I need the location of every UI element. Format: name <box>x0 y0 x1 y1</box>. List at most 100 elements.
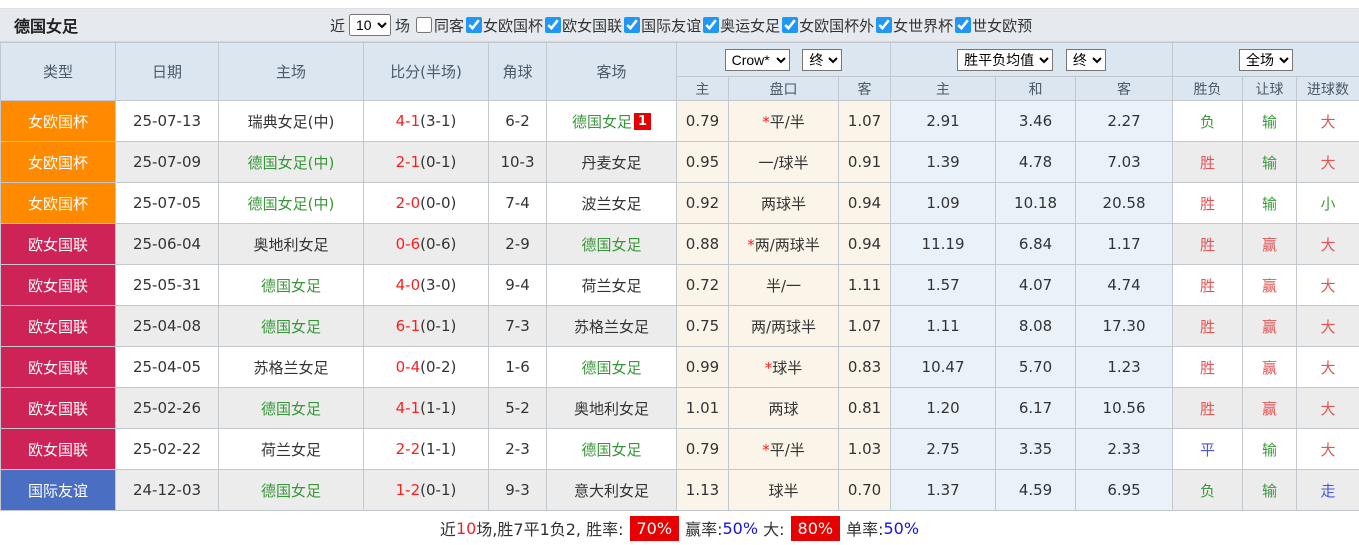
avg-period-select[interactable]: 终 <box>1066 49 1106 71</box>
competition-checkbox[interactable] <box>624 17 640 33</box>
full-score: 0-6 <box>396 235 421 253</box>
goals-cell: 大 <box>1297 388 1359 429</box>
away-team[interactable]: 奥地利女足 <box>574 400 649 418</box>
home-team[interactable]: 德国女足 <box>219 306 364 347</box>
competition-checkbox[interactable] <box>782 17 798 33</box>
score-cell: 0-6(0-6) <box>364 224 489 265</box>
home-team[interactable]: 德国女足(中) <box>219 142 364 183</box>
avg-draw-odds: 5.70 <box>996 347 1076 388</box>
half-score: (0-0) <box>420 194 456 212</box>
win-rate-badge: 70% <box>630 516 680 541</box>
competition-label: 奥运女足 <box>720 15 780 36</box>
handicap-result-cell: 赢 <box>1243 306 1297 347</box>
footer-big-label: 大: <box>763 516 784 540</box>
competition-checkbox[interactable] <box>703 17 719 33</box>
page-title: 德国女足 <box>0 13 330 37</box>
competition-label: 世女欧预 <box>972 15 1032 36</box>
handicap-line: 平/半 <box>770 441 805 459</box>
same-venue-checkbox[interactable] <box>416 17 432 33</box>
avg-home-odds: 2.91 <box>891 101 996 142</box>
handicap-result-cell: 赢 <box>1243 347 1297 388</box>
home-team[interactable]: 德国女足(中) <box>219 183 364 224</box>
away-team[interactable]: 意大利女足 <box>574 482 649 500</box>
score-cell: 6-1(0-1) <box>364 306 489 347</box>
away-team[interactable]: 德国女足 <box>572 113 632 131</box>
competition-badge: 欧女国联 <box>1 429 116 470</box>
ah-line-cell: *平/半 <box>729 429 839 470</box>
half-score: (3-1) <box>420 112 456 130</box>
home-team[interactable]: 德国女足 <box>219 470 364 511</box>
avg-away-odds: 4.74 <box>1076 265 1173 306</box>
away-team[interactable]: 苏格兰女足 <box>574 318 649 336</box>
half-score: (0-1) <box>420 153 456 171</box>
subcol-avg-away: 客 <box>1076 77 1173 101</box>
half-score: (0-1) <box>420 481 456 499</box>
subcol-avg-home: 主 <box>891 77 996 101</box>
result-cell: 胜 <box>1173 388 1243 429</box>
handicap-line: 两/两球半 <box>751 318 816 336</box>
col-header-corner: 角球 <box>489 43 547 101</box>
competition-filter[interactable]: 欧女国联 <box>543 15 622 36</box>
ah-away-odds: 1.03 <box>839 429 891 470</box>
result-cell: 胜 <box>1173 265 1243 306</box>
filter-bar: 德国女足 近 10 场 同客 女欧国杯 欧女国联 国际友谊 奥运女足 女欧国杯外… <box>0 9 1359 42</box>
away-cell: 波兰女足 <box>547 183 677 224</box>
match-date: 25-07-05 <box>116 183 219 224</box>
avg-selects-group: 胜平负均值 终 <box>891 43 1173 77</box>
odds-company-select[interactable]: Crow* <box>725 49 790 71</box>
home-team[interactable]: 荷兰女足 <box>219 429 364 470</box>
home-team[interactable]: 苏格兰女足 <box>219 347 364 388</box>
competition-checkbox[interactable] <box>466 17 482 33</box>
competition-badge: 国际友谊 <box>1 470 116 511</box>
footer-summary: 场,胜7平1负2, 胜率: <box>476 516 623 540</box>
result-cell: 胜 <box>1173 306 1243 347</box>
handicap-line: 半/一 <box>766 277 801 295</box>
odds-period-select[interactable]: 终 <box>802 49 842 71</box>
avg-home-odds: 1.57 <box>891 265 996 306</box>
table-row: 欧女国联 25-02-26 德国女足 4-1(1-1) 5-2 奥地利女足 1.… <box>1 388 1359 429</box>
handicap-win-pct: 50% <box>722 519 758 538</box>
away-team[interactable]: 波兰女足 <box>581 195 641 213</box>
match-rows: 女欧国杯 25-07-13 瑞典女足(中) 4-1(3-1) 6-2 德国女足1… <box>1 101 1359 511</box>
competition-filter[interactable]: 国际友谊 <box>622 15 701 36</box>
full-score: 2-1 <box>396 153 421 171</box>
away-cell: 德国女足1 <box>547 101 677 142</box>
avg-draw-odds: 8.08 <box>996 306 1076 347</box>
away-team[interactable]: 德国女足 <box>581 441 641 459</box>
avg-away-odds: 1.17 <box>1076 224 1173 265</box>
avg-draw-odds: 6.17 <box>996 388 1076 429</box>
away-cell: 奥地利女足 <box>547 388 677 429</box>
away-team[interactable]: 德国女足 <box>581 236 641 254</box>
summary-footer: 近10场,胜7平1负2, 胜率:70%赢率:50% 大:80%单率:50% <box>0 511 1359 545</box>
handicap-result-cell: 输 <box>1243 101 1297 142</box>
ah-away-odds: 1.11 <box>839 265 891 306</box>
away-team[interactable]: 荷兰女足 <box>581 277 641 295</box>
subcol-ah-away: 客 <box>839 77 891 101</box>
competition-checkbox[interactable] <box>545 17 561 33</box>
competition-filter[interactable]: 女欧国杯 <box>464 15 543 36</box>
subcol-ah-home: 主 <box>677 77 729 101</box>
away-team[interactable]: 丹麦女足 <box>581 154 641 172</box>
handicap-win-label: 赢率: <box>685 516 722 540</box>
ah-home-odds: 0.75 <box>677 306 729 347</box>
ah-home-odds: 0.92 <box>677 183 729 224</box>
competition-filter[interactable]: 奥运女足 <box>701 15 780 36</box>
competition-filter[interactable]: 世女欧预 <box>953 15 1032 36</box>
competition-filter[interactable]: 女世界杯 <box>874 15 953 36</box>
scope-select[interactable]: 全场 <box>1239 49 1293 71</box>
competition-badge: 欧女国联 <box>1 265 116 306</box>
home-team[interactable]: 德国女足 <box>219 388 364 429</box>
home-team[interactable]: 德国女足 <box>219 265 364 306</box>
near-count-select[interactable]: 10 <box>349 14 391 36</box>
match-date: 25-04-05 <box>116 347 219 388</box>
avg-type-select[interactable]: 胜平负均值 <box>957 49 1053 71</box>
competition-filter[interactable]: 女欧国杯外 <box>780 15 874 36</box>
competition-checkbox[interactable] <box>876 17 892 33</box>
home-team[interactable]: 奥地利女足 <box>219 224 364 265</box>
home-team[interactable]: 瑞典女足(中) <box>219 101 364 142</box>
match-date: 24-12-03 <box>116 470 219 511</box>
ah-away-odds: 0.94 <box>839 183 891 224</box>
competition-checkbox[interactable] <box>955 17 971 33</box>
away-team[interactable]: 德国女足 <box>581 359 641 377</box>
subcol-handicap: 让球 <box>1243 77 1297 101</box>
